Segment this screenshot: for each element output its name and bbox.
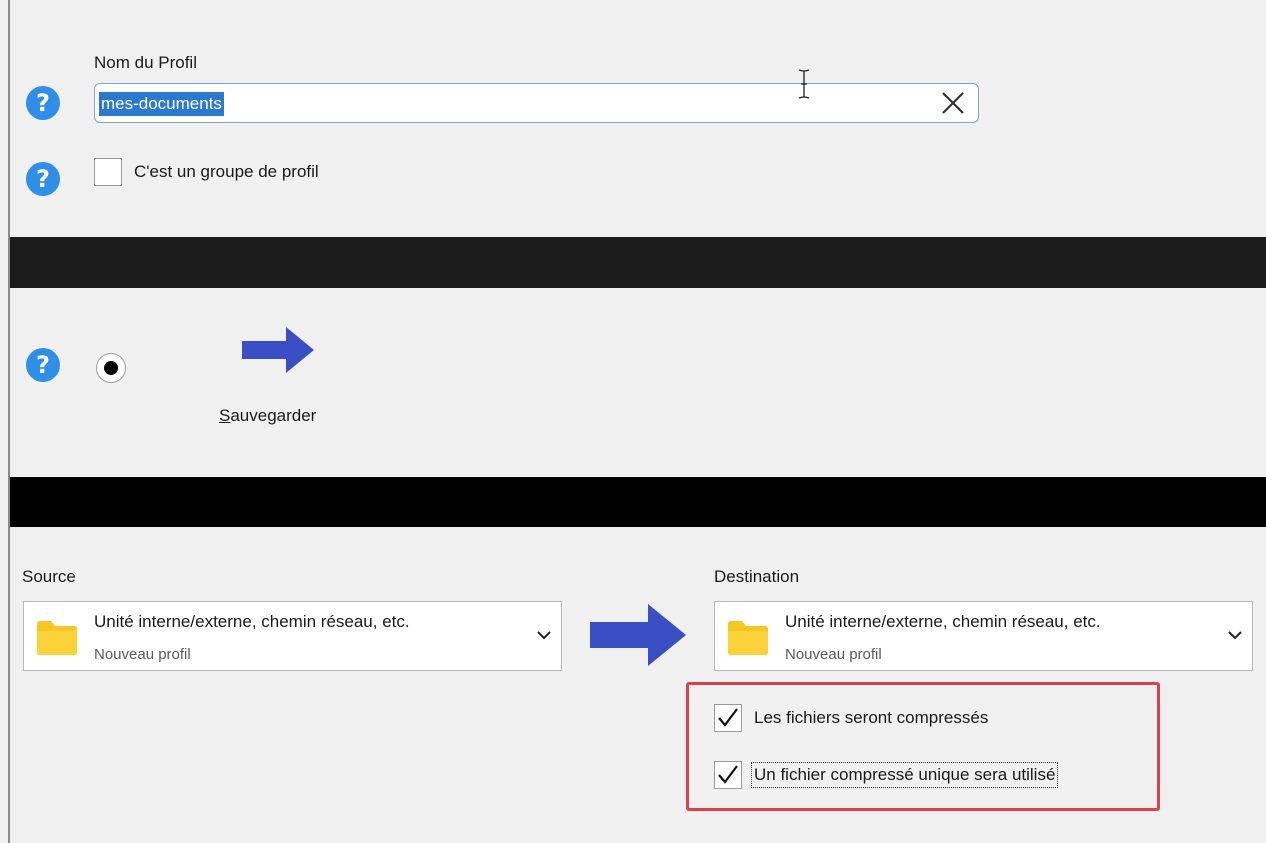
help-question-icon[interactable]: ? [26, 348, 60, 382]
checkmark-icon [718, 765, 738, 784]
folder-icon [37, 621, 77, 655]
chevron-down-icon[interactable] [535, 626, 553, 644]
sauvegarder-mnemonic: S [219, 406, 231, 425]
source-label: Source [22, 567, 76, 586]
close-x-icon[interactable] [938, 88, 968, 118]
section-divider [10, 477, 1266, 527]
single-archive-label: Un fichier compressé unique sera utilisé [750, 762, 1059, 788]
text-cursor-icon [798, 69, 810, 99]
profile-name-input[interactable]: mes-documents [94, 83, 979, 123]
source-sub-text: Nouveau profil [94, 646, 191, 663]
profile-group-label: C'est un groupe de profil [134, 162, 319, 181]
destination-sub-text: Nouveau profil [785, 646, 882, 663]
sauvegarder-label-rest: auvegarder [230, 406, 317, 425]
profile-name-value: mes-documents [99, 92, 224, 116]
compress-files-checkbox[interactable] [714, 704, 742, 732]
sauvegarder-label[interactable]: Sauvegarder [219, 406, 316, 426]
help-question-icon[interactable]: ? [26, 162, 60, 196]
profile-group-checkbox[interactable] [94, 158, 122, 186]
profile-section: ? Nom du Profil mes-documents ? C'est un… [10, 0, 1266, 237]
chevron-down-icon[interactable] [1226, 626, 1244, 644]
single-archive-checkbox[interactable] [714, 761, 742, 789]
sauvegarder-radio[interactable] [96, 353, 126, 383]
action-section: ? [10, 288, 1266, 477]
folder-icon [728, 621, 768, 655]
arrow-right-icon [590, 604, 686, 666]
section-divider [10, 237, 1266, 288]
radio-selected-dot [104, 361, 118, 375]
profile-name-label: Nom du Profil [94, 53, 197, 72]
arrow-right-icon [242, 327, 314, 373]
destination-label: Destination [714, 567, 800, 586]
checkmark-icon [718, 708, 738, 727]
highlight-box [686, 682, 1160, 811]
destination-dropdown[interactable]: Unité interne/externe, chemin réseau, et… [714, 601, 1253, 671]
help-question-icon[interactable]: ? [26, 86, 60, 120]
source-dropdown[interactable]: Unité interne/externe, chemin réseau, et… [23, 601, 562, 671]
compress-files-label: Les fichiers seront compressés [754, 708, 989, 727]
source-main-text: Unité interne/externe, chemin réseau, et… [94, 612, 410, 631]
destination-main-text: Unité interne/externe, chemin réseau, et… [785, 612, 1101, 631]
